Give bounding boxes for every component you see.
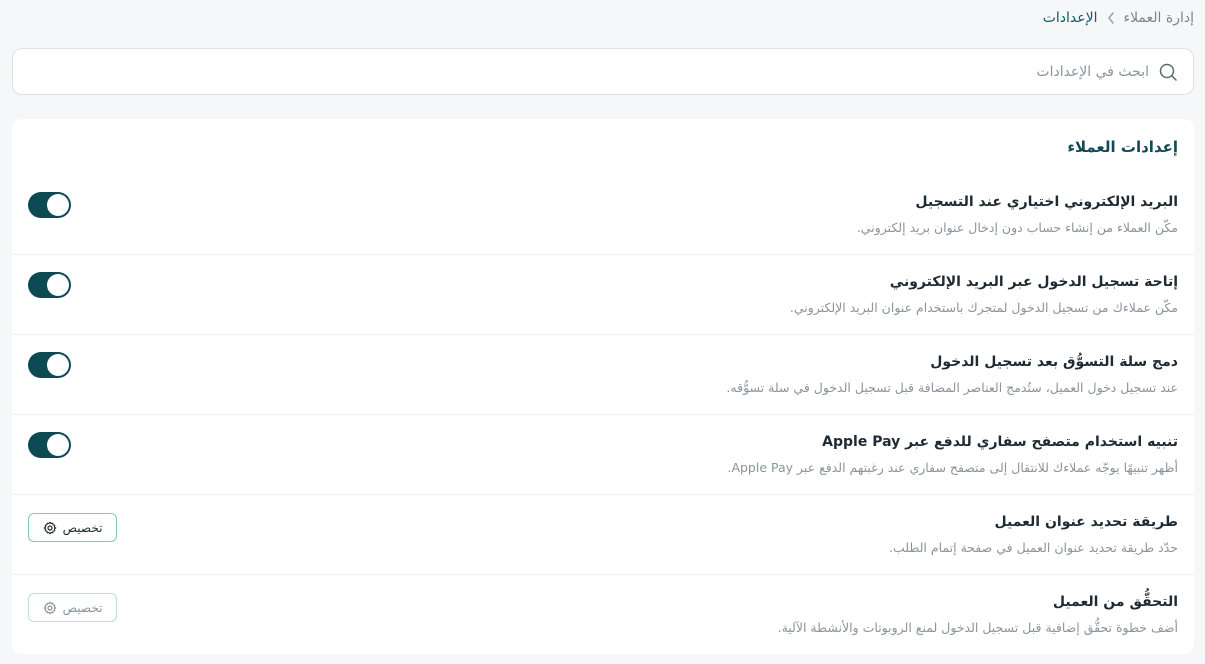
setting-row-merge-cart: دمج سلة التسوُّق بعد تسجيل الدخول عند تس… [12,335,1194,415]
setting-description: أضف خطوة تحقُّق إضافية قبل تسجيل الدخول … [777,620,1178,635]
setting-title: التحقُّق من العميل [1052,594,1178,610]
setting-title: تنبيه استخدام متصفح سفاري للدفع عبر Appl… [822,434,1178,450]
gear-icon [43,601,57,615]
setting-row-optional-email: البريد الإلكتروني اختياري عند التسجيل مك… [12,175,1194,255]
setting-description: عند تسجيل دخول العميل، ستُدمج العناصر ال… [726,380,1178,395]
toggle-knob [47,194,69,216]
toggle-merge-cart[interactable] [28,352,71,378]
setting-title: دمج سلة التسوُّق بعد تسجيل الدخول [930,354,1178,370]
setting-row-safari-applepay: تنبيه استخدام متصفح سفاري للدفع عبر Appl… [12,415,1194,495]
toggle-knob [47,354,69,376]
search-icon [1157,61,1179,83]
toggle-safari-applepay[interactable] [28,432,71,458]
breadcrumb-parent-link[interactable]: إدارة العملاء [1124,10,1195,26]
toggle-email-login[interactable] [28,272,71,298]
settings-list: البريد الإلكتروني اختياري عند التسجيل مك… [12,175,1194,655]
setting-row-email-login: إتاحة تسجيل الدخول عبر البريد الإلكتروني… [12,255,1194,335]
customize-verification-button[interactable]: تخصيص [28,593,117,622]
settings-page: إدارة العملاء الإعدادات إعدادات العملاء … [0,0,1205,664]
setting-row-customer-verification: التحقُّق من العميل أضف خطوة تحقُّق إضافي… [12,575,1194,655]
setting-description: مكّن عملاءك من تسجيل الدخول لمتجرك باستخ… [789,300,1178,315]
chevron-left-icon [1107,12,1115,24]
gear-icon [43,521,57,535]
setting-title: طريقة تحديد عنوان العميل [994,514,1178,530]
setting-description: مكّن العملاء من إنشاء حساب دون إدخال عنو… [856,220,1178,235]
customize-label: تخصيص [62,520,103,535]
search-input[interactable] [49,56,1149,87]
setting-title: البريد الإلكتروني اختياري عند التسجيل [915,194,1178,210]
breadcrumb-current: الإعدادات [1042,10,1098,26]
setting-title: إتاحة تسجيل الدخول عبر البريد الإلكتروني [889,274,1178,290]
customize-address-button[interactable]: تخصيص [28,513,117,542]
setting-row-address-method: طريقة تحديد عنوان العميل حدّد طريقة تحدي… [12,495,1194,575]
setting-description: حدّد طريقة تحديد عنوان العميل في صفحة إت… [888,540,1178,555]
toggle-optional-email[interactable] [28,192,71,218]
toggle-knob [47,434,69,456]
search-box [12,48,1194,95]
toggle-knob [47,274,69,296]
setting-description: أظهر تنبيهًا يوجّه عملاءك للانتقال إلى م… [727,460,1178,475]
card-title: إعدادات العملاء [1067,138,1178,156]
breadcrumb: إدارة العملاء الإعدادات [1043,8,1194,28]
customize-label: تخصيص [62,600,103,615]
customer-settings-card: إعدادات العملاء البريد الإلكتروني اختيار… [12,119,1194,654]
